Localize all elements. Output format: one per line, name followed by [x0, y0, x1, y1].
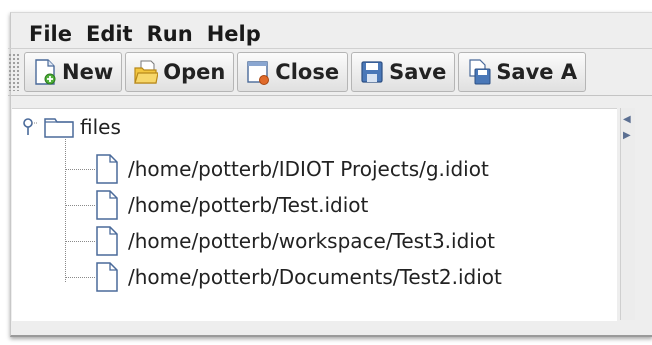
file-path-label: /home/potterb/Documents/Test2.idiot [128, 265, 502, 289]
new-document-icon [35, 59, 56, 85]
file-icon [96, 154, 118, 184]
menu-run[interactable]: Run [147, 22, 193, 46]
save-as-icon [469, 59, 491, 85]
save-as-button-label: Save A [496, 60, 578, 84]
new-button[interactable]: New [24, 52, 123, 92]
tree-file-node[interactable]: /home/potterb/Test.idiot [94, 190, 368, 220]
tree-guide-branch [65, 205, 95, 206]
tree-guide-branch [65, 277, 95, 278]
file-tree: files /home/potterb/IDIOT Projects/g.idi… [12, 108, 617, 321]
tree-root-node[interactable]: files [22, 115, 121, 139]
close-button[interactable]: Close [237, 52, 349, 92]
menu-edit[interactable]: Edit [86, 22, 133, 46]
floppy-disk-icon [361, 61, 383, 83]
tree-root-label: files [80, 115, 121, 139]
tree-file-node[interactable]: /home/potterb/workspace/Test3.idiot [94, 226, 495, 256]
new-button-label: New [62, 60, 114, 84]
tree-guide-branch [65, 169, 95, 170]
folder-icon [44, 118, 74, 138]
scroll-up-arrow-icon[interactable]: ◀ [623, 114, 631, 125]
file-icon [96, 190, 118, 220]
open-button[interactable]: Open [125, 52, 235, 92]
tree-guide-line [65, 139, 66, 282]
menu-help[interactable]: Help [207, 22, 261, 46]
open-button-label: Open [163, 60, 226, 84]
vertical-scrollbar[interactable]: ◀ ▶ [620, 108, 635, 320]
tree-file-node[interactable]: /home/potterb/Documents/Test2.idiot [94, 262, 502, 292]
file-path-label: /home/potterb/IDIOT Projects/g.idiot [128, 157, 489, 181]
save-button-label: Save [389, 60, 447, 84]
toolbar: New Open Close Save Save A [8, 48, 652, 96]
toolbar-grip-handle[interactable] [8, 53, 20, 91]
file-icon [96, 262, 118, 292]
file-path-label: /home/potterb/Test.idiot [128, 193, 369, 217]
tree-expand-handle-icon[interactable] [22, 117, 38, 137]
close-button-label: Close [275, 60, 340, 84]
open-folder-icon [134, 60, 159, 84]
tree-guide-branch [65, 241, 95, 242]
scroll-down-arrow-icon[interactable]: ▶ [623, 130, 631, 141]
file-path-label: /home/potterb/workspace/Test3.idiot [128, 229, 495, 253]
close-document-icon [247, 61, 270, 85]
menu-file[interactable]: File [29, 22, 72, 46]
save-button[interactable]: Save [351, 52, 456, 92]
tree-file-node[interactable]: /home/potterb/IDIOT Projects/g.idiot [94, 154, 489, 184]
save-as-button[interactable]: Save A [458, 52, 587, 92]
file-icon [96, 226, 118, 256]
